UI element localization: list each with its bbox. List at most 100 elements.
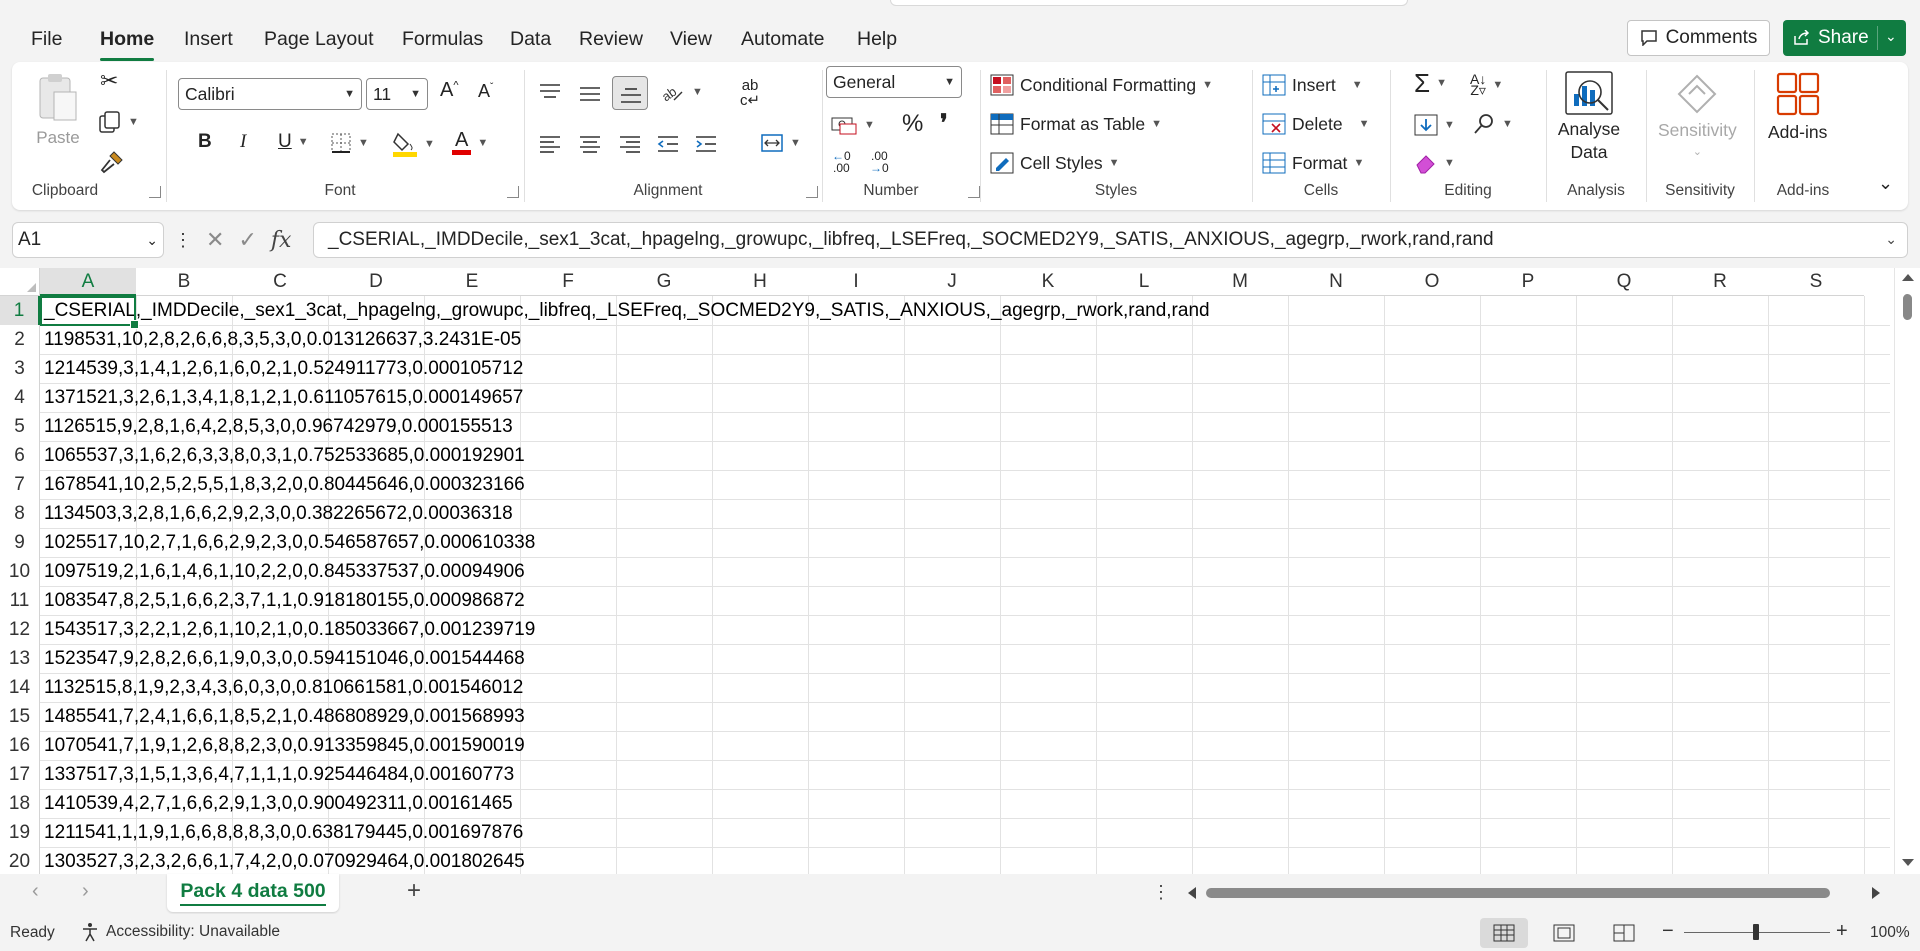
cell-a[interactable]: 1132515,8,1,9,2,3,4,3,6,0,3,0,0.81066158… <box>44 673 523 702</box>
wrap-text-button[interactable]: ab c↵ <box>740 78 760 108</box>
cell-a[interactable]: 1065537,3,1,6,2,6,3,3,8,0,3,1,0.75253368… <box>44 441 525 470</box>
cell-a[interactable]: 1523547,9,2,8,2,6,6,1,9,0,3,0,0.59415104… <box>44 644 525 673</box>
cell-a[interactable]: 1126515,9,2,8,1,6,4,2,8,5,3,0,0.96742979… <box>44 412 513 441</box>
row-header[interactable]: 14 <box>0 673 40 702</box>
row-header[interactable]: 15 <box>0 702 40 731</box>
column-header-j[interactable]: J <box>904 268 1000 296</box>
row-header[interactable]: 7 <box>0 470 40 499</box>
zoom-slider-thumb[interactable] <box>1753 924 1759 940</box>
sheet-tab-active[interactable]: Pack 4 data 500 <box>167 874 339 912</box>
cut-button[interactable]: ✂ <box>100 70 118 92</box>
tab-home[interactable]: Home <box>100 24 155 61</box>
align-right-icon[interactable] <box>618 134 642 154</box>
search-strip[interactable] <box>890 0 1408 6</box>
cell-a[interactable]: 1337517,3,1,5,1,3,6,4,7,1,1,1,0.92544648… <box>44 760 514 789</box>
cell-a[interactable]: 1543517,3,2,2,1,2,6,1,10,2,1,0,0.1850336… <box>44 615 535 644</box>
row-header[interactable]: 11 <box>0 586 40 615</box>
cancel-icon[interactable]: ✕ <box>206 227 224 253</box>
column-header-s[interactable]: S <box>1768 268 1864 296</box>
column-header-a[interactable]: A <box>40 268 136 296</box>
column-header-e[interactable]: E <box>424 268 520 296</box>
cell-a[interactable]: 1410539,4,2,7,1,6,6,2,9,1,3,0,0.90049231… <box>44 789 513 818</box>
addins-button[interactable]: Add-ins <box>1768 72 1827 143</box>
align-top-icon[interactable] <box>538 82 562 102</box>
scroll-down-icon[interactable] <box>1902 859 1914 866</box>
row-header[interactable]: 13 <box>0 644 40 673</box>
column-header-d[interactable]: D <box>328 268 424 296</box>
decrease-indent-icon[interactable] <box>656 134 680 154</box>
cell-a[interactable]: 1211541,1,1,9,1,6,6,8,8,8,3,0,0.63817944… <box>44 818 523 847</box>
delete-cells-button[interactable]: Delete ▼ <box>1262 113 1369 135</box>
dialog-launcher-icon[interactable] <box>507 186 519 198</box>
row-header[interactable]: 10 <box>0 557 40 586</box>
cell-a[interactable]: 1678541,10,2,5,2,5,5,1,8,3,2,0,0.8044564… <box>44 470 525 499</box>
accessibility-status[interactable]: Accessibility: Unavailable <box>80 922 280 942</box>
cell-a[interactable]: 1485541,7,2,4,1,6,6,1,8,5,2,1,0.48680892… <box>44 702 525 731</box>
horizontal-scrollbar[interactable] <box>1184 884 1884 902</box>
decrease-decimal-button[interactable]: .00 →0 <box>870 150 889 174</box>
more-options-icon[interactable]: ⋮ <box>174 230 192 251</box>
row-header[interactable]: 5 <box>0 412 40 441</box>
conditional-formatting-button[interactable]: Conditional Formatting ▼ <box>990 74 1213 96</box>
borders-button[interactable]: ▼ <box>330 132 369 154</box>
worksheet-grid[interactable]: ABCDEFGHIJKLMNOPQRS 1 _CSERIAL,_IMDDecile… <box>0 268 1920 874</box>
select-all-button[interactable] <box>0 268 40 296</box>
increase-decimal-button[interactable]: ←0.00 <box>832 150 851 174</box>
row-header[interactable]: 19 <box>0 818 40 847</box>
more-options-icon[interactable]: ⋮ <box>1152 882 1170 903</box>
add-sheet-button[interactable]: + <box>407 877 421 905</box>
tab-insert[interactable]: Insert <box>184 24 233 55</box>
cell-a[interactable]: 1198531,10,2,8,2,6,6,8,3,5,3,0,0.0131266… <box>44 325 521 354</box>
format-cells-button[interactable]: Format ▼ <box>1262 152 1364 174</box>
tab-view[interactable]: View <box>670 24 712 55</box>
align-middle-icon[interactable] <box>578 84 602 104</box>
cell-a[interactable]: 1303527,3,2,3,2,6,6,1,7,4,2,0,0.07092946… <box>44 847 525 874</box>
row-header[interactable]: 18 <box>0 789 40 818</box>
page-break-view-button[interactable] <box>1600 918 1648 948</box>
vertical-scroll-thumb[interactable] <box>1903 294 1912 320</box>
fill-color-button[interactable]: ▼ <box>392 130 435 158</box>
comments-button[interactable]: Comments <box>1627 20 1770 56</box>
column-header-b[interactable]: B <box>136 268 232 296</box>
zoom-level[interactable]: 100% <box>1870 924 1910 942</box>
insert-cells-button[interactable]: Insert ▼ <box>1262 74 1363 96</box>
row-header[interactable]: 1 <box>0 296 40 325</box>
column-header-l[interactable]: L <box>1096 268 1192 296</box>
tab-formulas[interactable]: Formulas <box>402 24 483 55</box>
format-as-table-button[interactable]: Format as Table ▼ <box>990 113 1162 135</box>
tab-page-layout[interactable]: Page Layout <box>264 24 374 55</box>
tab-data[interactable]: Data <box>510 24 551 55</box>
bold-button[interactable]: B <box>198 132 212 151</box>
column-header-r[interactable]: R <box>1672 268 1768 296</box>
column-header-o[interactable]: O <box>1384 268 1480 296</box>
cell-a[interactable]: 1214539,3,1,4,1,2,6,1,6,0,2,1,0.52491177… <box>44 354 523 383</box>
column-header-m[interactable]: M <box>1192 268 1288 296</box>
autosum-button[interactable]: Σ ▼ <box>1414 70 1447 96</box>
orientation-button[interactable]: ab ▼ <box>660 80 703 104</box>
underline-button[interactable]: U ▼ <box>278 132 309 151</box>
chevron-down-icon[interactable]: ▼ <box>128 116 139 128</box>
chevron-down-icon[interactable]: ⌄ <box>146 232 158 249</box>
align-bottom-button[interactable] <box>612 76 648 110</box>
tab-file[interactable]: File <box>31 24 62 55</box>
row-header[interactable]: 17 <box>0 760 40 789</box>
prev-sheet-icon[interactable]: ‹ <box>32 880 39 903</box>
fill-button[interactable]: ▼ <box>1414 114 1455 136</box>
accounting-format-button[interactable]: ▼ <box>830 114 875 136</box>
scroll-up-icon[interactable] <box>1902 274 1914 281</box>
row-header[interactable]: 2 <box>0 325 40 354</box>
paste-button[interactable]: Paste <box>36 72 80 148</box>
comma-style-button[interactable]: ❜ <box>940 112 948 136</box>
vertical-scrollbar[interactable] <box>1894 268 1920 874</box>
insert-function-icon[interactable]: fx <box>271 228 292 253</box>
column-header-g[interactable]: G <box>616 268 712 296</box>
increase-indent-icon[interactable] <box>694 134 718 154</box>
row-header[interactable]: 12 <box>0 615 40 644</box>
zoom-out-icon[interactable]: − <box>1662 920 1674 943</box>
column-header-c[interactable]: C <box>232 268 328 296</box>
align-center-icon[interactable] <box>578 134 602 154</box>
italic-button[interactable]: I <box>240 132 246 151</box>
column-header-f[interactable]: F <box>520 268 616 296</box>
chevron-down-icon[interactable]: ⌄ <box>1885 231 1897 248</box>
column-header-k[interactable]: K <box>1000 268 1096 296</box>
